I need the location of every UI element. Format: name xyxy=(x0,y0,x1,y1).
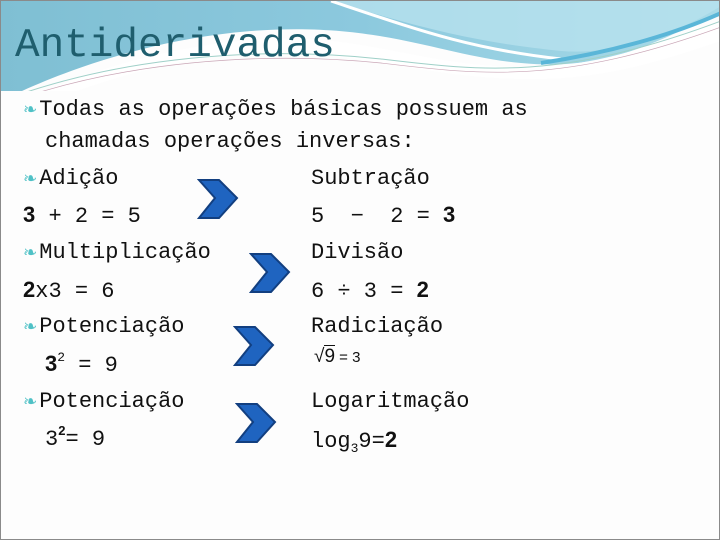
chevron-right-icon xyxy=(235,403,277,443)
expr-addition: 3 + 2 = 5 xyxy=(23,202,141,229)
curl-bullet-icon: ❧ xyxy=(23,317,38,337)
curl-bullet-icon: ❧ xyxy=(23,169,38,189)
label-exponentiation-2: ❧Potenciação xyxy=(23,389,185,414)
slide: Antiderivadas ❧Todas as operações básica… xyxy=(0,0,720,540)
expr-division: 6 ÷ 3 = 2 xyxy=(311,277,429,304)
curl-bullet-icon: ❧ xyxy=(23,392,38,412)
intro-line-2: chamadas operações inversas: xyxy=(45,129,415,154)
chevron-right-icon xyxy=(197,179,239,219)
label-division: Divisão xyxy=(311,240,404,265)
expr-exponentiation-2: 32= 9 xyxy=(45,423,106,452)
label-exponentiation: ❧Potenciação xyxy=(23,314,185,339)
label-logarithm: Logaritmação xyxy=(311,389,470,414)
radical-sign: √ xyxy=(314,346,325,367)
label-subtraction: Subtração xyxy=(311,166,430,191)
expr-exponentiation: 32 = 9 xyxy=(45,350,118,378)
intro-line-1: ❧Todas as operações básicas possuem as xyxy=(23,97,528,122)
curl-bullet-icon: ❧ xyxy=(23,100,38,120)
label-multiplication: ❧Multiplicação xyxy=(23,240,211,265)
expr-logarithm: log39=2 xyxy=(311,427,398,456)
slide-title: Antiderivadas xyxy=(15,23,335,69)
label-radication: Radiciação xyxy=(311,314,444,339)
chevron-right-icon xyxy=(233,326,275,366)
label-addition: ❧Adição xyxy=(23,166,119,191)
expr-multiplication: 2x3 = 6 xyxy=(23,277,115,304)
expr-radication: √9 = 3 xyxy=(314,345,361,367)
chevron-right-icon xyxy=(249,253,291,293)
expr-subtraction: 5 − 2 = 3 xyxy=(311,202,456,229)
curl-bullet-icon: ❧ xyxy=(23,243,38,263)
